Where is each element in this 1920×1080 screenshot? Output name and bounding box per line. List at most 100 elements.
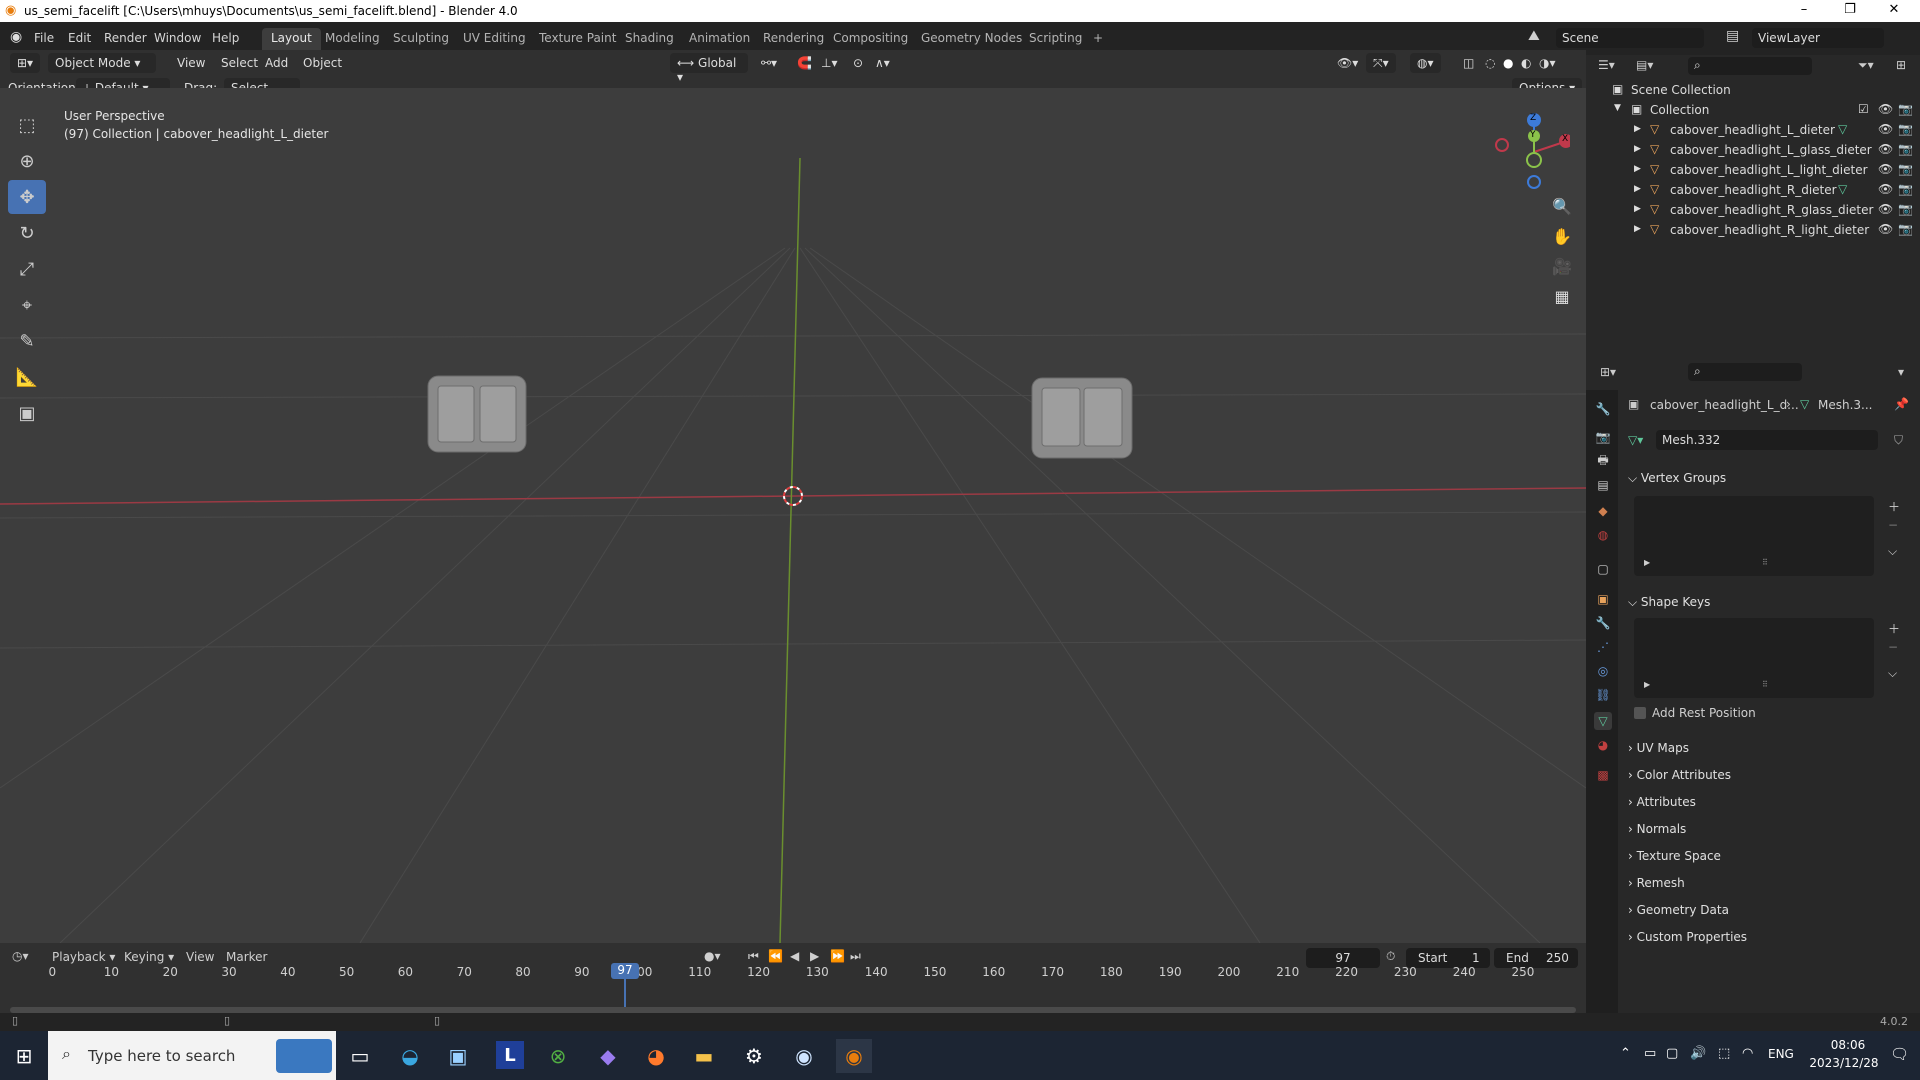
list-resize-handle[interactable]: ⠿ (1762, 558, 1768, 567)
3d-viewport[interactable]: User Perspective (97) Collection | cabov… (0, 88, 1586, 943)
tray-chevron-icon[interactable]: ⌃ (1620, 1046, 1631, 1061)
steam-icon[interactable]: ◉ (786, 1039, 822, 1073)
editor-type-icon[interactable]: ⊞▾ (10, 53, 41, 73)
vertex-groups-panel-header[interactable]: ⌵ Vertex Groups (1628, 466, 1908, 490)
physics-tab-icon[interactable]: ◎ (1594, 662, 1612, 680)
xbox-icon[interactable]: ⊗ (540, 1039, 576, 1073)
tab-modeling[interactable]: Modeling (316, 28, 389, 50)
minimize-button[interactable]: – (1784, 2, 1824, 17)
expand-arrow-icon[interactable]: ▼ (1614, 103, 1621, 113)
outliner-item-row[interactable]: ▶ ▽ cabover_headlight_R_dieter ▽ 👁 📷 (1586, 180, 1920, 200)
l-app-icon[interactable]: L (496, 1041, 524, 1069)
menu-object[interactable]: Object (296, 53, 349, 73)
transform-tool-icon[interactable]: ⌖ (8, 288, 46, 322)
options-chevron-icon[interactable]: ▾ (1898, 365, 1904, 379)
scene-icon[interactable]: ⛰ (1528, 28, 1540, 44)
tab-texture-paint[interactable]: Texture Paint (530, 28, 625, 50)
menu-view[interactable]: View (170, 53, 212, 73)
properties-editor-icon[interactable]: ⊞▾ (1600, 365, 1616, 379)
task-view-icon[interactable]: ▭ (342, 1039, 378, 1073)
windows-start-icon[interactable]: ⊞ (6, 1039, 42, 1073)
scale-tool-icon[interactable]: ⤢ (8, 252, 46, 286)
tray-network-icon[interactable]: ▢ (1666, 1046, 1678, 1061)
transform-orientation-dropdown[interactable]: ⟷ Global ▾ (670, 53, 748, 84)
menu-window[interactable]: Window (154, 31, 201, 45)
pivot-icon[interactable]: ⚯▾ (754, 53, 784, 73)
tab-uv-editing[interactable]: UV Editing (454, 28, 535, 50)
remove-vertex-group-icon[interactable]: − (1888, 518, 1898, 532)
filter-icon[interactable]: ⏷▾ (1858, 58, 1874, 73)
zoom-icon[interactable]: 🔍 (1548, 192, 1576, 220)
tray-wifi-icon[interactable]: ◠ (1742, 1046, 1753, 1061)
list-resize-handle[interactable]: ⠿ (1762, 680, 1768, 689)
render-camera-icon[interactable]: 📷 (1898, 222, 1913, 236)
blender-taskbar-icon[interactable]: ◉ (836, 1039, 872, 1073)
fake-user-shield-icon[interactable]: ⛉ (1894, 433, 1903, 448)
vertex-group-menu-icon[interactable]: ⌵ (1888, 544, 1897, 559)
shape-keys-panel-header[interactable]: ⌵ Shape Keys (1628, 590, 1908, 614)
camera-view-icon[interactable]: 🎥 (1548, 252, 1576, 280)
tab-scripting[interactable]: Scripting (1020, 28, 1091, 50)
firefox-icon[interactable]: ◕ (638, 1039, 674, 1073)
outliner-editor-icon[interactable]: ☰▾ (1598, 58, 1615, 72)
visibility-eye-icon[interactable]: 👁 (1878, 122, 1893, 136)
measure-tool-icon[interactable]: 📐 (8, 360, 46, 394)
tab-geometry-nodes[interactable]: Geometry Nodes (912, 28, 1031, 50)
render-camera-icon[interactable]: 📷 (1898, 122, 1913, 136)
object-tab-icon[interactable]: ▣ (1594, 590, 1612, 608)
render-tab-icon[interactable]: 📷 (1594, 428, 1612, 446)
scene-tab-icon[interactable]: ◆ (1594, 502, 1612, 520)
tray-volume-icon[interactable]: 🔊 (1690, 1046, 1706, 1061)
taskbar-search-box[interactable]: ⌕ Type here to search (48, 1031, 336, 1080)
material-tab-icon[interactable]: ◕ (1594, 736, 1612, 754)
remesh-panel-header[interactable]: › Remesh (1628, 871, 1908, 895)
scene-field[interactable]: Scene (1556, 28, 1704, 48)
shape-keys-list[interactable]: ▶ ⠿ (1634, 618, 1874, 698)
new-collection-icon[interactable]: ⊞ (1896, 58, 1906, 72)
expand-arrow-icon[interactable]: ▶ (1634, 204, 1641, 214)
tab-shading[interactable]: Shading (616, 28, 683, 50)
file-explorer-icon[interactable]: ▬ (686, 1039, 722, 1073)
outliner-item-row[interactable]: ▶ ▽ cabover_headlight_L_light_dieter 👁 📷 (1586, 160, 1920, 180)
cursor-tool-icon[interactable]: ⊕ (8, 144, 46, 178)
add-cube-tool-icon[interactable]: ▣ (8, 396, 46, 430)
collection-row[interactable]: ▼ ▣ Collection ☑ 👁 📷 (1586, 100, 1920, 120)
texture-space-panel-header[interactable]: › Texture Space (1628, 844, 1908, 868)
rotate-tool-icon[interactable]: ↻ (8, 216, 46, 250)
modifier-tab-icon[interactable]: 🔧 (1594, 614, 1612, 632)
expand-arrow-icon[interactable]: ▶ (1634, 184, 1641, 194)
render-camera-icon[interactable]: 📷 (1898, 142, 1913, 156)
blender-menu-icon[interactable]: ◉ (10, 29, 22, 45)
snap-target-icon[interactable]: ⊥▾ (814, 53, 844, 73)
pan-hand-icon[interactable]: ✋ (1548, 222, 1576, 250)
render-camera-icon[interactable]: 📷 (1898, 162, 1913, 176)
list-expand-icon[interactable]: ▶ (1644, 558, 1650, 567)
navigation-gizmo[interactable]: Z X Y (1490, 110, 1573, 190)
settings-gear-icon[interactable]: ⚙ (736, 1039, 772, 1073)
visibility-eye-icon[interactable]: 👁 (1878, 222, 1893, 236)
expand-arrow-icon[interactable]: ▶ (1634, 144, 1641, 154)
tab-sculpting[interactable]: Sculpting (384, 28, 458, 50)
visibility-eye-icon[interactable]: 👁 (1878, 102, 1893, 116)
mode-dropdown[interactable]: Object Mode ▾ (48, 53, 156, 73)
tool-tab-icon[interactable]: 🔧 (1594, 400, 1612, 418)
clock-time[interactable]: 08:06 (1818, 1038, 1878, 1052)
tab-layout[interactable]: Layout (262, 28, 321, 50)
menu-add[interactable]: Add (258, 53, 295, 73)
gizmo-icon[interactable]: ⤧▾ (1366, 53, 1396, 73)
proportional-edit-icon[interactable]: ⊙ (846, 53, 870, 73)
visibility-icon[interactable]: 👁▾ (1330, 53, 1365, 73)
constraints-tab-icon[interactable]: ⛓ (1594, 686, 1612, 704)
add-workspace-button[interactable]: + (1084, 28, 1112, 50)
color-attributes-panel-header[interactable]: › Color Attributes (1628, 763, 1908, 787)
menu-edit[interactable]: Edit (68, 31, 91, 45)
falloff-icon[interactable]: ∧▾ (868, 53, 897, 73)
overlay-icon[interactable]: ◍▾ (1410, 53, 1441, 73)
visibility-eye-icon[interactable]: 👁 (1878, 202, 1893, 216)
clock-date[interactable]: 2023/12/28 (1800, 1056, 1888, 1070)
scene-collection-row[interactable]: ▣ Scene Collection (1586, 80, 1920, 100)
tray-battery-icon[interactable]: ▭ (1644, 1046, 1656, 1061)
properties-search-input[interactable]: ⌕ (1688, 363, 1802, 381)
visibility-eye-icon[interactable]: 👁 (1878, 142, 1893, 156)
output-tab-icon[interactable]: 🖶 (1594, 452, 1612, 470)
